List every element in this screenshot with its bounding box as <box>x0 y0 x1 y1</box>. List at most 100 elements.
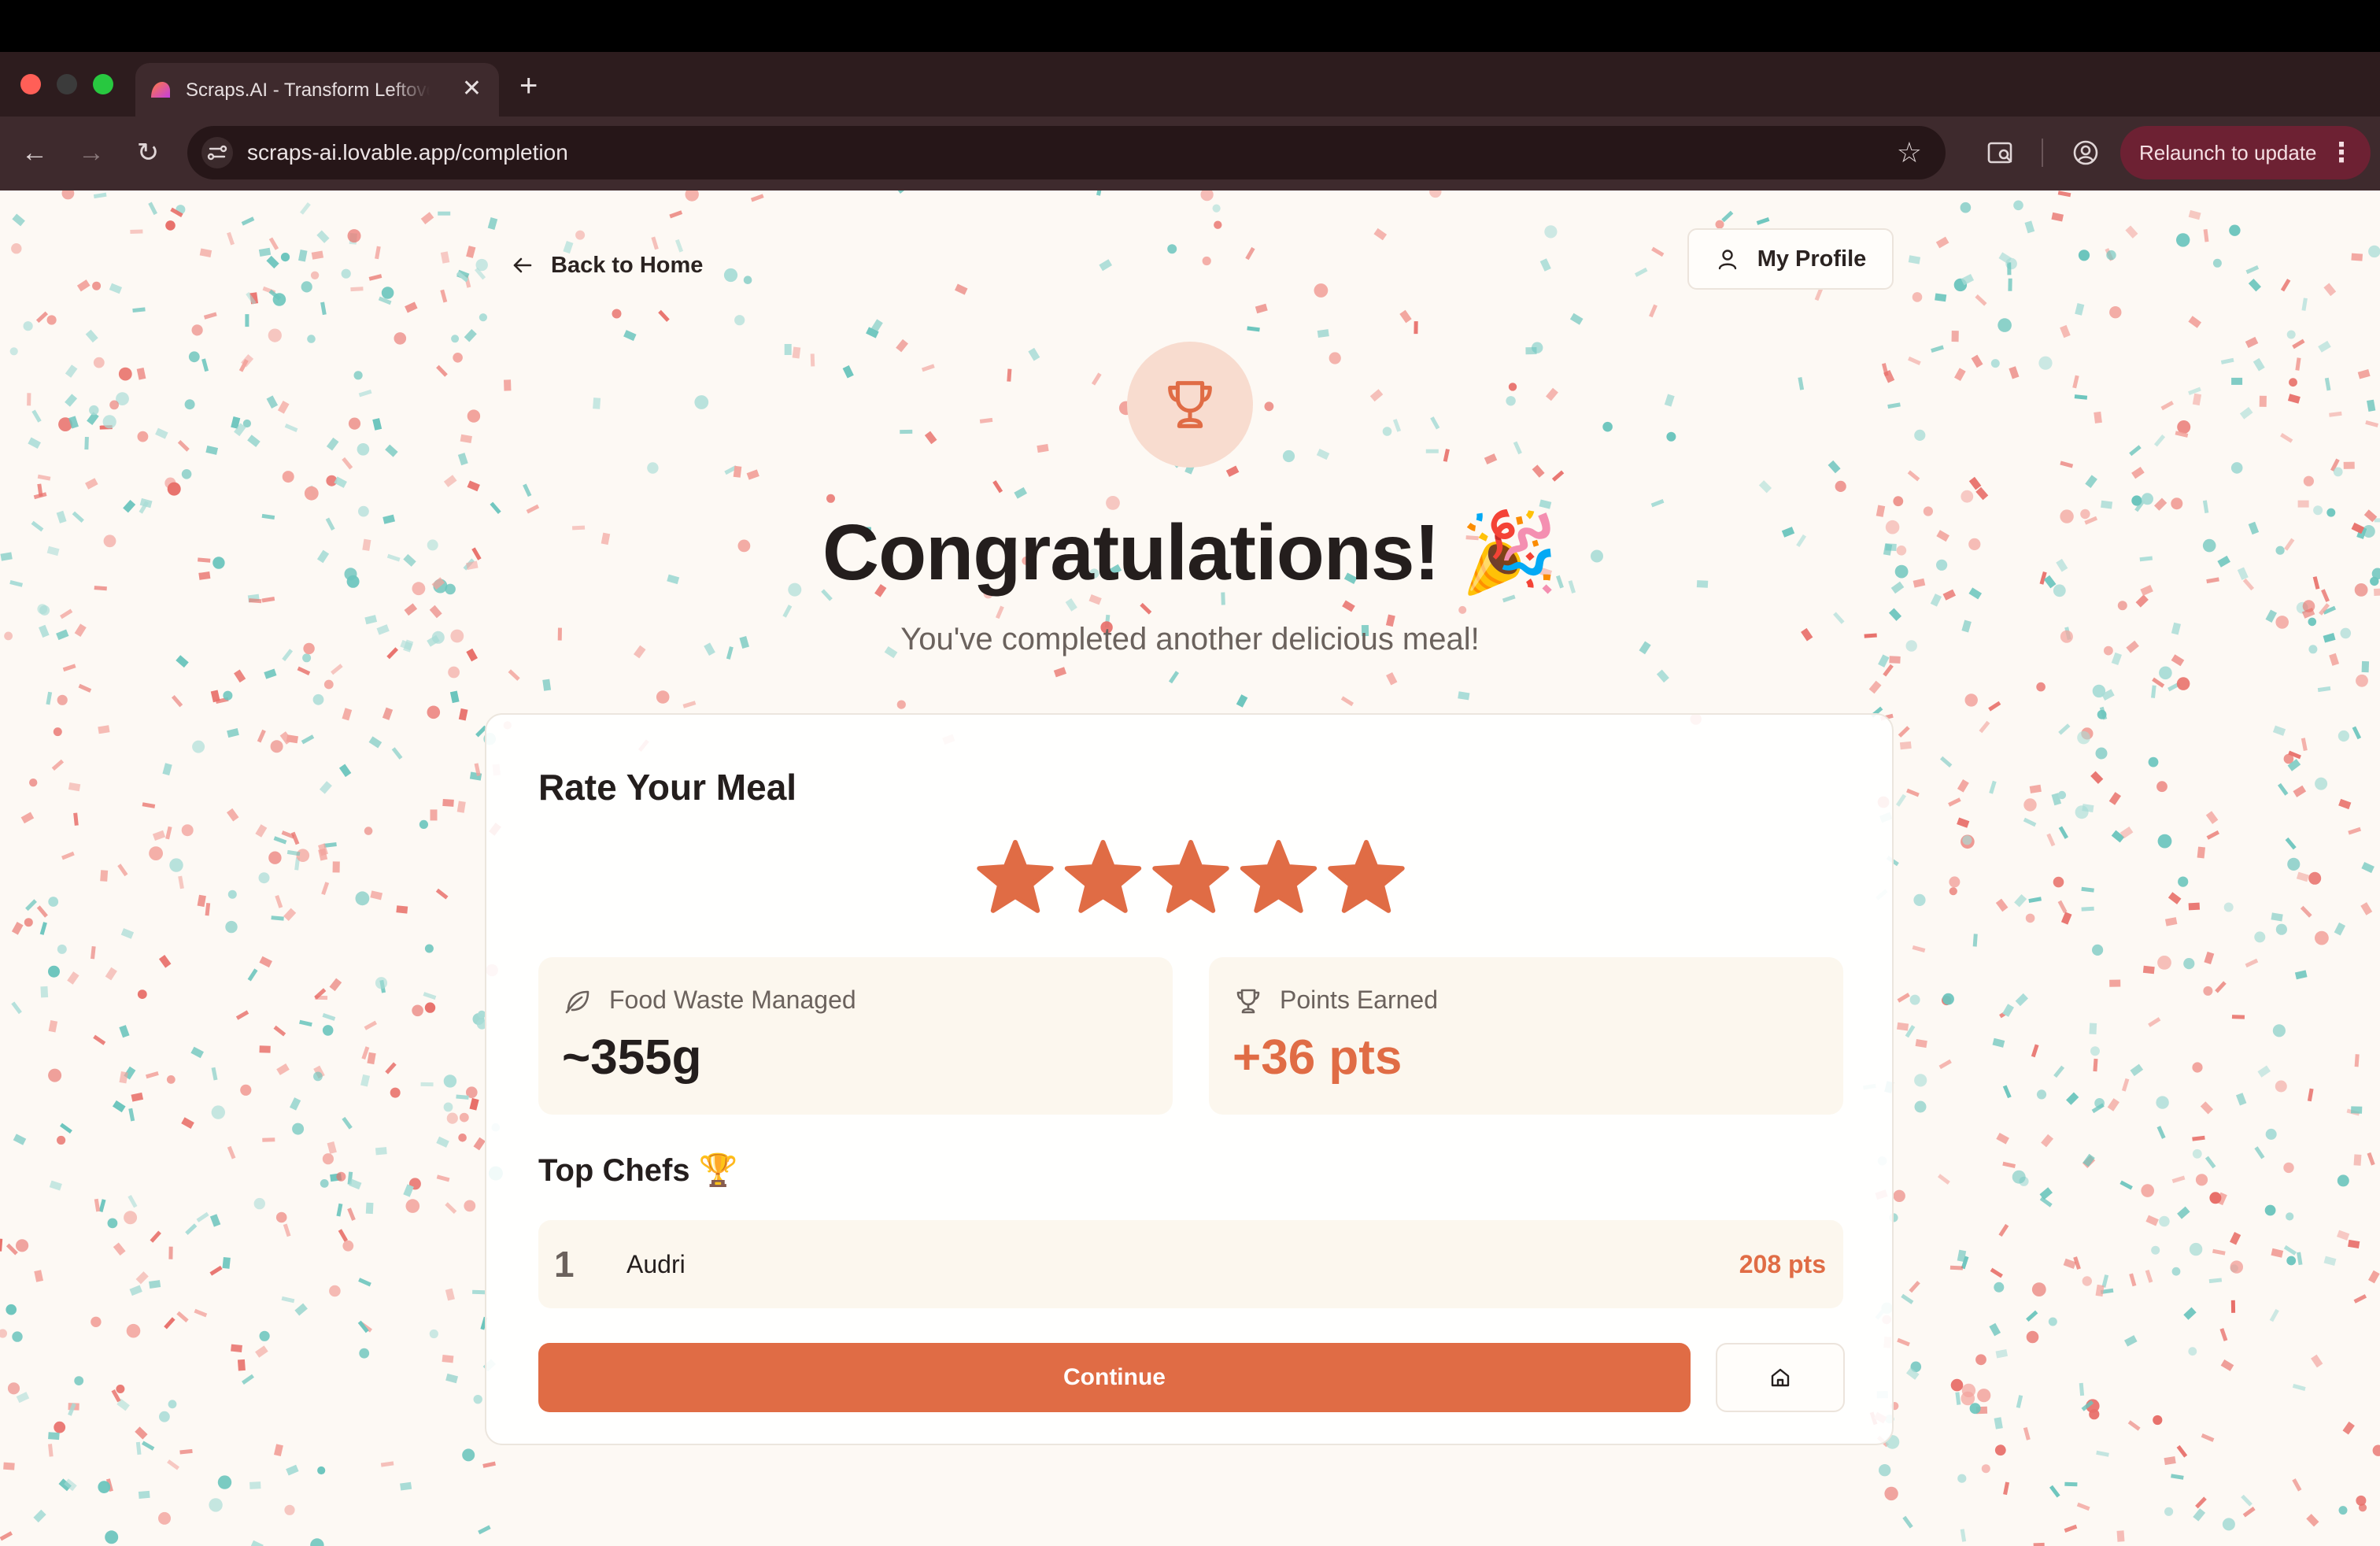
profile-account-icon[interactable] <box>2070 137 2101 168</box>
confetti-piece <box>2204 951 2215 964</box>
confetti-piece <box>2188 316 2202 328</box>
confetti-piece <box>2368 245 2380 258</box>
confetti-piece <box>190 1046 204 1059</box>
confetti-piece <box>1935 236 1949 249</box>
confetti-piece <box>48 1068 62 1082</box>
confetti-piece <box>979 417 993 423</box>
confetti-piece <box>1902 1515 1913 1529</box>
bookmark-star-icon[interactable]: ☆ <box>1897 135 1922 170</box>
confetti-piece <box>1977 1389 1991 1403</box>
confetti-piece <box>57 944 67 954</box>
confetti-piece <box>129 1285 142 1296</box>
confetti-piece <box>1245 246 1255 261</box>
back-to-home-label: Back to Home <box>551 252 704 278</box>
confetti-piece <box>136 368 146 380</box>
confetti-piece <box>445 1288 455 1301</box>
confetti-piece <box>282 471 294 483</box>
window-close-button[interactable] <box>20 74 41 94</box>
confetti-piece <box>2269 1308 2279 1322</box>
confetti-piece <box>1949 876 1961 888</box>
confetti-piece <box>2121 1078 2130 1092</box>
star-2[interactable] <box>1064 840 1142 913</box>
star-4[interactable] <box>1240 840 1318 913</box>
confetti-piece <box>47 1444 54 1457</box>
window-minimize-button[interactable] <box>57 74 77 94</box>
confetti-piece <box>1666 431 1676 442</box>
continue-button[interactable]: Continue <box>538 1343 1691 1412</box>
confetti-piece <box>424 944 434 953</box>
confetti-piece <box>1897 1022 1909 1031</box>
confetti-piece <box>13 1134 27 1145</box>
toolbar-separator <box>2042 139 2043 167</box>
confetti-piece <box>380 1461 394 1467</box>
confetti-piece <box>266 255 279 269</box>
kebab-menu-icon[interactable]: ⋮ <box>2328 137 2355 168</box>
confetti-piece <box>148 202 158 216</box>
system-top-bar <box>0 0 2380 52</box>
confetti-piece <box>85 478 98 490</box>
confetti-piece <box>2092 944 2104 956</box>
confetti-piece <box>0 1238 3 1252</box>
confetti-piece <box>1602 421 1613 432</box>
confetti-piece <box>322 1025 334 1036</box>
confetti-piece <box>165 220 176 231</box>
confetti-piece <box>1988 701 2001 712</box>
confetti-piece <box>168 1246 173 1259</box>
confetti-piece <box>2342 1421 2355 1435</box>
confetti-piece <box>109 400 120 410</box>
confetti-piece <box>2293 785 2307 797</box>
relaunch-to-update-button[interactable]: Relaunch to update ⋮ <box>2120 126 2371 179</box>
confetti-piece <box>259 956 272 968</box>
confetti-piece <box>2301 298 2308 311</box>
confetti-piece <box>2368 1270 2380 1284</box>
confetti-piece <box>896 700 906 709</box>
confetti-piece <box>2280 432 2293 443</box>
confetti-piece <box>2203 986 2213 996</box>
confetti-piece <box>240 1084 252 1096</box>
confetti-piece <box>2078 250 2090 261</box>
tab-search-icon[interactable] <box>1985 137 2016 168</box>
confetti-piece <box>33 1509 46 1523</box>
confetti-piece <box>2072 375 2079 389</box>
confetti-piece <box>2215 981 2227 993</box>
confetti-piece <box>750 194 764 202</box>
confetti-piece <box>1091 372 1102 386</box>
confetti-piece <box>2183 1307 2197 1320</box>
back-arrow-icon[interactable]: ← <box>16 134 54 172</box>
address-bar[interactable]: scraps-ai.lovable.app/completion ☆ <box>187 126 1946 179</box>
star-rating[interactable] <box>976 839 1406 918</box>
star-3[interactable] <box>1152 840 1229 913</box>
confetti-piece <box>271 915 284 921</box>
confetti-piece <box>1214 220 1222 229</box>
confetti-piece <box>210 690 220 703</box>
confetti-piece <box>575 230 586 240</box>
home-button[interactable] <box>1716 1343 1845 1412</box>
back-to-home-link[interactable]: Back to Home <box>510 246 703 285</box>
confetti-piece <box>1975 486 1989 501</box>
window-zoom-button[interactable] <box>93 74 113 94</box>
food-waste-stat: Food Waste Managed ~355g <box>538 957 1173 1115</box>
star-1[interactable] <box>977 840 1054 913</box>
confetti-piece <box>283 1223 291 1237</box>
confetti-piece <box>323 679 334 690</box>
forward-arrow-icon[interactable]: → <box>72 134 110 172</box>
trophy-small-icon <box>1236 989 1260 1014</box>
confetti-piece <box>1096 190 1103 196</box>
confetti-piece <box>2230 462 2243 474</box>
confetti-piece <box>2337 1230 2350 1241</box>
confetti-piece <box>1007 368 1012 382</box>
confetti-piece <box>464 329 477 342</box>
site-settings-icon[interactable] <box>201 137 233 168</box>
tab-close-icon[interactable]: ✕ <box>462 75 482 103</box>
confetti-piece <box>36 905 48 918</box>
reload-icon[interactable]: ↻ <box>129 134 167 172</box>
confetti-piece <box>2157 834 2172 849</box>
new-tab-button[interactable]: + <box>519 66 538 105</box>
confetti-piece <box>723 268 738 283</box>
confetti-piece <box>299 1019 312 1027</box>
star-5[interactable] <box>1328 840 1405 913</box>
rate-meal-title: Rate Your Meal <box>538 767 797 808</box>
my-profile-button[interactable]: My Profile <box>1687 228 1894 290</box>
confetti-piece <box>162 763 172 776</box>
browser-tab-active[interactable]: Scraps.AI - Transform Leftovers ✕ <box>135 63 499 117</box>
